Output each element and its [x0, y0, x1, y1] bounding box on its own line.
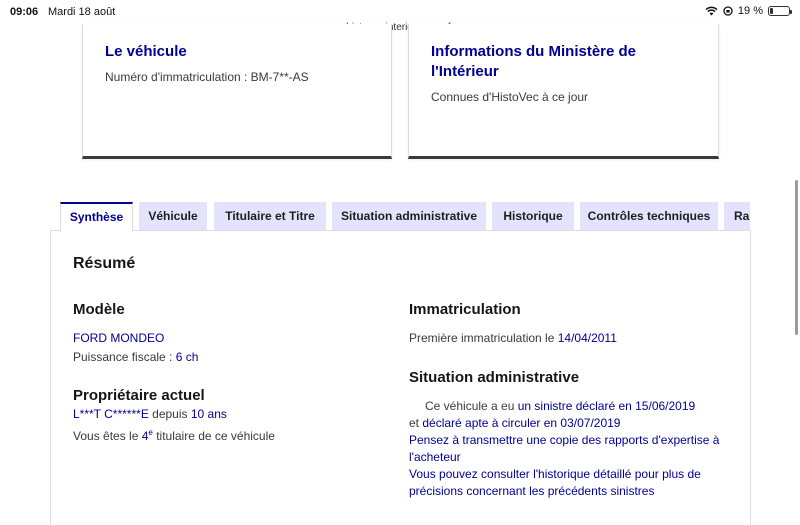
- battery-fill: [770, 8, 773, 14]
- vehicle-card-title: Le véhicule: [105, 43, 187, 60]
- apte-circuler-link[interactable]: déclaré apte à circuler en 03/07/2019: [422, 416, 620, 430]
- battery-percentage: 19 %: [737, 5, 763, 17]
- rotation-lock-icon: [723, 6, 733, 16]
- ministry-card-title: Informations du Ministère de l'Intérieur: [431, 43, 637, 80]
- sinistre-link[interactable]: un sinistre déclaré en 15/06/2019: [518, 399, 695, 413]
- wifi-icon: [705, 6, 718, 16]
- status-right: 19 %: [705, 5, 792, 17]
- owner-name: L***T C******E: [73, 407, 149, 421]
- model-name: FORD MONDEO: [73, 331, 165, 345]
- advice-history-line1[interactable]: Vous pouvez consulter l'historique détai…: [409, 466, 701, 483]
- owner-heading: Propriétaire actuel: [73, 387, 205, 404]
- advice-expertise-line2[interactable]: l'acheteur: [409, 449, 461, 466]
- tab-controles-techniques[interactable]: Contrôles techniques: [580, 202, 718, 230]
- admin-line2-prefix: et: [409, 416, 423, 430]
- fiscal-power-label: Puissance fiscale :: [73, 350, 176, 364]
- tab-situation-administrative[interactable]: Situation administrative: [332, 202, 486, 230]
- advice-history-line2[interactable]: précisions concernant les précédents sin…: [409, 483, 654, 500]
- ministry-card-subtitle: Connues d'HistoVec à ce jour: [431, 90, 589, 104]
- status-date: Mardi 18 août: [48, 6, 116, 18]
- vehicle-card: Le véhicule Numéro d'immatriculation : B…: [82, 24, 392, 159]
- summary-title: Résumé: [73, 255, 136, 272]
- status-time: 09:06: [10, 6, 39, 18]
- first-registration-label: Première immatriculation le: [409, 331, 558, 345]
- summary-panel: Résumé Modèle FORD MONDEO Puissance fisc…: [50, 230, 751, 525]
- tab-bar: Synthèse Véhicule Titulaire et Titre Sit…: [60, 202, 750, 232]
- admin-line1-prefix: Ce véhicule a eu: [425, 399, 518, 413]
- tab-titulaire-titre[interactable]: Titulaire et Titre: [214, 202, 326, 230]
- ministry-card: Informations du Ministère de l'Intérieur…: [408, 24, 719, 159]
- owner-rank-suffix: titulaire de ce véhicule: [152, 429, 275, 443]
- admin-heading: Situation administrative: [409, 369, 580, 386]
- owner-rank: Vous êtes le 4e titulaire de ce véhicule: [73, 424, 275, 445]
- tab-rapport-truncated[interactable]: Ra: [724, 202, 750, 230]
- owner-since-value: 10 ans: [190, 407, 227, 421]
- page-scrollbar[interactable]: [795, 180, 798, 335]
- tab-historique[interactable]: Historique: [492, 202, 574, 230]
- first-registration: Première immatriculation le 14/04/2011: [409, 330, 617, 347]
- owner-rank-prefix: Vous êtes le: [73, 429, 142, 443]
- fiscal-power-value: 6 ch: [175, 350, 199, 364]
- owner-rank-num: 4e: [142, 428, 153, 443]
- battery-icon: [768, 6, 792, 16]
- tab-synthese[interactable]: Synthèse: [60, 202, 133, 232]
- owner-line: L***T C******E depuis 10 ans: [73, 406, 227, 423]
- registration-heading: Immatriculation: [409, 301, 521, 318]
- vehicle-card-subtitle: Numéro d'immatriculation : BM-7**-AS: [105, 70, 309, 84]
- owner-since-label: depuis: [148, 407, 191, 421]
- tab-vehicule[interactable]: Véhicule: [139, 202, 207, 230]
- admin-line2: et déclaré apte à circuler en 03/07/2019: [409, 415, 620, 432]
- first-registration-date: 14/04/2011: [557, 331, 617, 345]
- fiscal-power: Puissance fiscale : 6 ch: [73, 349, 198, 366]
- model-heading: Modèle: [73, 301, 125, 318]
- admin-line1: Ce véhicule a eu un sinistre déclaré en …: [425, 398, 695, 415]
- advice-expertise-line1[interactable]: Pensez à transmettre une copie des rappo…: [409, 432, 719, 449]
